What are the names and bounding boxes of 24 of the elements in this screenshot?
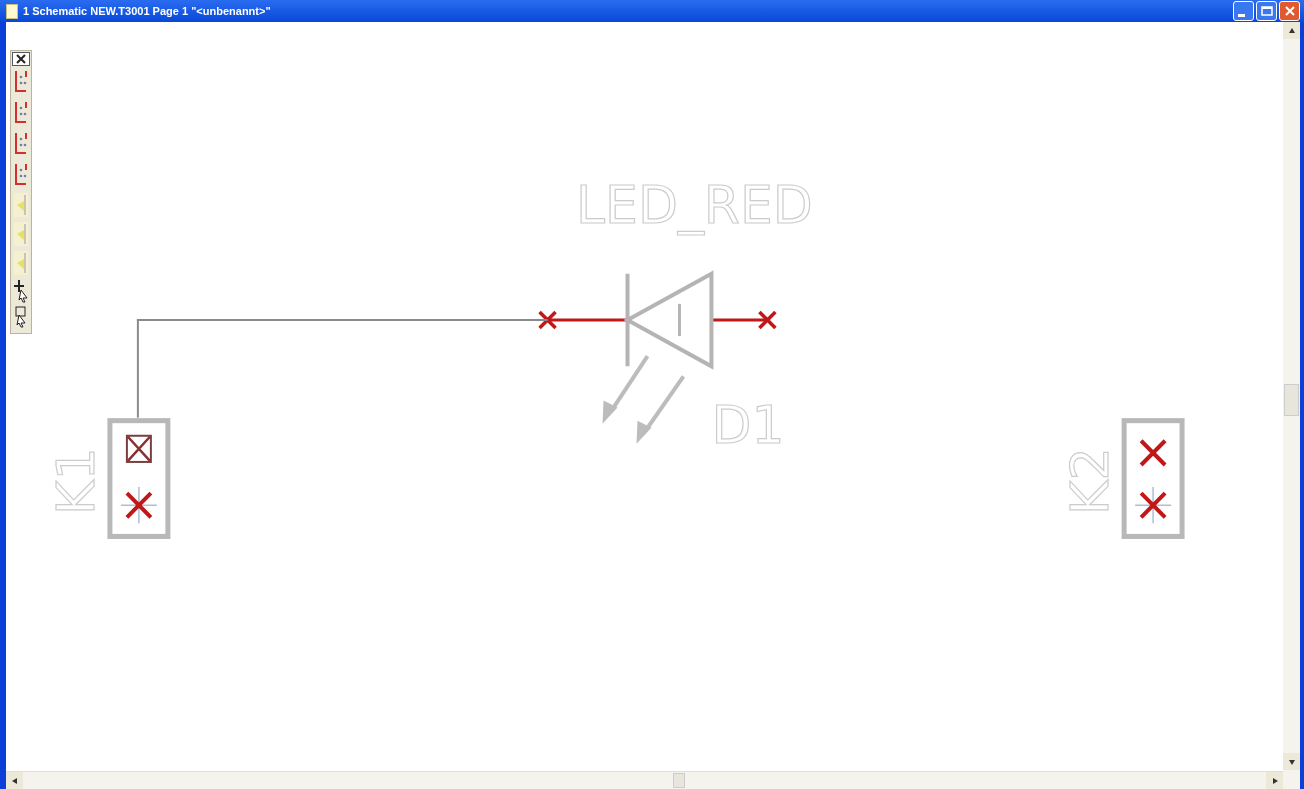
open-pin-icon[interactable]: [1139, 438, 1168, 467]
maximize-icon: [1260, 6, 1273, 16]
scroll-thumb[interactable]: [1284, 384, 1299, 416]
window-title: 1 Schematic NEW.T3001 Page 1 "<unbenannt>": [23, 5, 271, 17]
minimize-button[interactable]: [1233, 1, 1254, 21]
toolbar-close-button[interactable]: [12, 52, 30, 66]
connected-pin-icon[interactable]: [125, 434, 152, 463]
maximize-button[interactable]: [1256, 1, 1277, 21]
close-button[interactable]: [1279, 1, 1300, 21]
wire-segment[interactable]: [136, 319, 139, 418]
up-arrow-icon[interactable]: [1288, 27, 1295, 34]
left-arrow-icon[interactable]: [11, 777, 18, 784]
cursor-plus-icon[interactable]: [13, 278, 29, 304]
cursor-box-icon[interactable]: [13, 305, 29, 331]
horizontal-scrollbar[interactable]: [6, 771, 1283, 789]
minimize-icon: [1238, 13, 1245, 17]
open-pin-icon[interactable]: [1134, 486, 1172, 525]
scroll-thumb[interactable]: [673, 773, 685, 788]
vertical-scrollbar[interactable]: [1283, 22, 1300, 789]
close-icon: [1284, 6, 1295, 16]
right-arrow-icon[interactable]: [1271, 777, 1278, 784]
open-pin-icon[interactable]: [120, 486, 158, 525]
document-icon: [6, 3, 18, 19]
down-arrow-icon[interactable]: [1288, 758, 1295, 765]
